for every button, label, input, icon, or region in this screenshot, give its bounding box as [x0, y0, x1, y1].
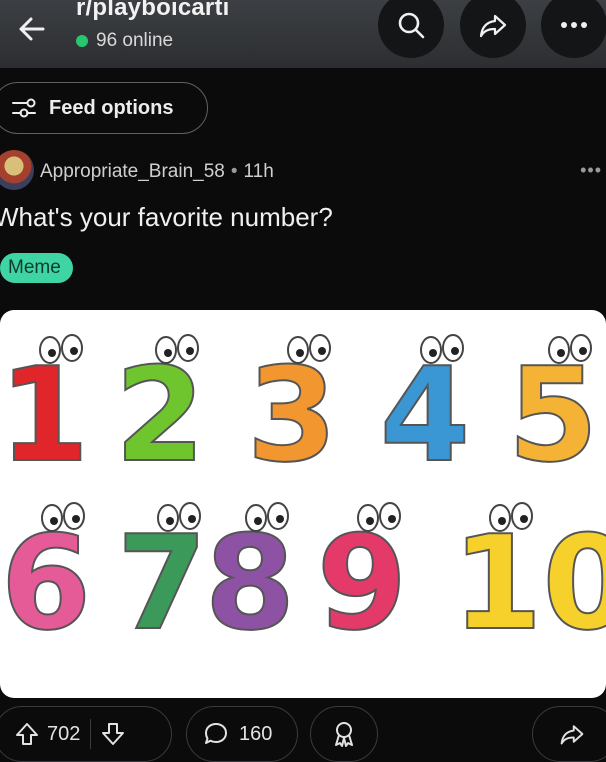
digit-character-9: 9 [316, 502, 408, 660]
digit-character-6: 6 [0, 502, 92, 660]
feed-options-button[interactable]: Feed options [0, 82, 208, 134]
subreddit-name[interactable]: r/playboicarti [76, 0, 230, 22]
cartoon-numbers-image: 1 2 3 4 5 6 78 9 10 [0, 334, 606, 660]
post-image[interactable]: 1 2 3 4 5 6 7 8 9 10 [0, 310, 606, 698]
digit-character-5: 5 [507, 334, 599, 492]
digit-character-1: 1 [0, 334, 90, 492]
online-dot [76, 35, 88, 47]
svg-text:9: 9 [317, 507, 407, 659]
share-icon [560, 725, 584, 745]
avatar[interactable] [0, 150, 34, 190]
search-icon [398, 12, 425, 39]
digit-character-4: 4 [379, 334, 471, 492]
comment-icon [205, 723, 227, 744]
award-button[interactable] [310, 706, 378, 762]
svg-text:6: 6 [1, 507, 91, 659]
share-icon [479, 14, 507, 38]
post-actions: 702 160 [0, 704, 606, 762]
award-icon [335, 722, 353, 747]
digit-character-2: 2 [114, 334, 206, 492]
digit-character-10: 10 [451, 502, 606, 660]
vote-control: 702 [0, 706, 172, 762]
more-icon [561, 22, 587, 28]
search-button[interactable] [378, 0, 444, 58]
online-indicator: 96 online [76, 30, 173, 52]
post-meta: Appropriate_Brain_58 • 11h ••• [0, 150, 606, 194]
svg-text:8: 8 [205, 507, 295, 659]
meta-separator: • [230, 161, 238, 182]
post-age: 11h [243, 161, 274, 182]
feed-options-icon [11, 97, 37, 119]
upvote-icon [16, 723, 38, 745]
upvote-count: 702 [47, 722, 81, 745]
svg-text:2: 2 [115, 339, 205, 491]
share-post-button[interactable] [532, 706, 606, 762]
post-author-line: Appropriate_Brain_58 • 11h [40, 161, 274, 183]
digit-character-7: 7 [116, 502, 208, 660]
svg-text:4: 4 [380, 339, 470, 491]
author-name[interactable]: Appropriate_Brain_58 [40, 161, 225, 182]
upvote-button[interactable] [15, 721, 39, 747]
vote-divider [90, 719, 92, 749]
svg-text:10: 10 [452, 507, 606, 659]
svg-text:5: 5 [508, 339, 598, 491]
digit-character-3: 3 [246, 334, 338, 492]
share-subreddit-button[interactable] [460, 0, 526, 58]
feed-options-label: Feed options [49, 96, 174, 119]
post-title[interactable]: What's your favorite number? [0, 202, 333, 233]
online-count: 96 online [96, 30, 174, 51]
digit-character-8: 8 [204, 502, 296, 660]
top-bar: r/playboicarti 96 online [0, 0, 606, 68]
back-button[interactable] [0, 0, 64, 58]
comments-button[interactable]: 160 [186, 706, 298, 762]
comment-count: 160 [239, 722, 273, 745]
downvote-button[interactable] [101, 721, 125, 747]
svg-text:3: 3 [247, 339, 337, 491]
svg-text:7: 7 [117, 507, 207, 659]
post-more-button[interactable]: ••• [580, 160, 602, 181]
back-arrow-icon [19, 17, 45, 41]
post-flair[interactable]: Meme [0, 253, 73, 283]
more-options-button[interactable] [541, 0, 606, 58]
downvote-icon [102, 723, 125, 745]
